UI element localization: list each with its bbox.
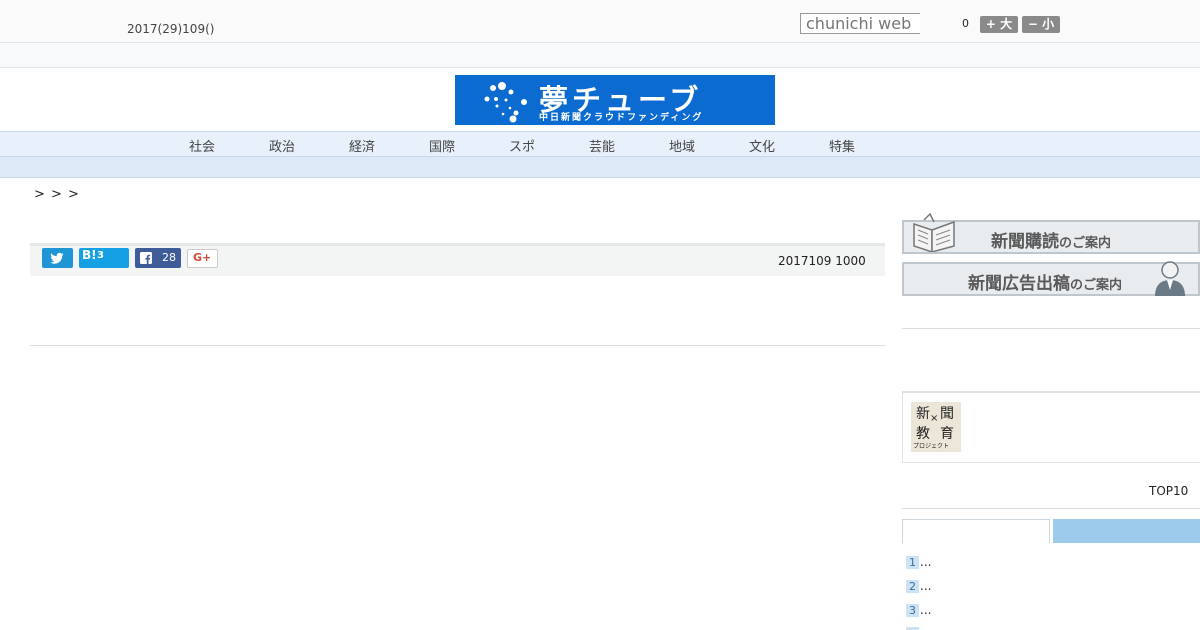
top-bar: 2017(29)109() [0,0,1200,43]
rank-number: 3 [906,604,919,617]
rank-text: ... [920,603,932,617]
subscribe-sub-text: のご案内 [1059,236,1112,251]
subscribe-main-text: 新聞購読 [991,232,1059,252]
google-plus-icon: G+ [193,251,212,264]
header-date: 2017(29)109() [127,22,215,36]
nav-item-4[interactable]: 国際 [422,136,462,155]
newspaper-education-logo[interactable]: 新 聞 × 教 育 プロジェクト [911,402,961,452]
businessman-icon [1155,261,1185,296]
banner-subtitle: 中日新聞クラウドファンディング [539,113,704,123]
rank-number: 1 [906,556,919,569]
rank-text: ... [920,555,932,569]
facebook-icon [140,252,152,264]
sub-header-bar [0,43,1200,68]
newspaper-icon [913,212,955,252]
nav-item-9[interactable]: 特集 [822,136,862,155]
ranking-title: TOP10 [1149,484,1189,498]
nav-item-2[interactable]: 政治 [262,136,302,155]
edu-cross: × [930,413,939,424]
edu-char-2: 聞 [940,406,954,422]
counter: 0 [962,17,969,30]
main-nav: 社会 政治 経済 国際 スポ 芸能 地域 文化 特集 [0,131,1200,157]
font-size-small-button[interactable]: − 小 [1022,16,1060,33]
rank-number: 2 [906,580,919,593]
subscription-info-banner[interactable]: 新聞購読のご案内 [902,212,1200,254]
nav-item-3[interactable]: 経済 [342,136,382,155]
nav-item-1[interactable]: 社会 [182,136,222,155]
facebook-count: 28 [162,251,176,264]
facebook-share-button[interactable]: 28 [135,248,181,268]
nav-item-6[interactable]: 芸能 [582,136,622,155]
ranking-item[interactable]: 1... [906,555,931,569]
breadcrumb[interactable]: > > > [34,187,80,202]
article-divider [30,345,885,346]
nav-item-8[interactable]: 文化 [742,136,782,155]
sub-nav-bar [0,157,1200,178]
sidebar-divider [902,328,1200,329]
ranking-item[interactable]: 2... [906,579,931,593]
ranking-divider [902,508,1200,509]
nav-item-7[interactable]: 地域 [662,136,702,155]
edu-char-3: 教 [916,426,930,442]
article-date: 2017109 1000 [778,254,866,268]
ranking-tab-inactive[interactable] [1053,519,1200,543]
ranking-tab-active[interactable] [902,519,1050,543]
hatena-count: 3 [97,250,104,261]
ad-main-text: 新聞広告出稿 [968,274,1070,294]
google-plus-share-button[interactable]: G+ [187,249,218,268]
nav-item-5[interactable]: スポ [502,136,542,155]
twitter-icon [50,252,64,264]
ranking-item[interactable]: 3... [906,603,931,617]
edu-char-1: 新 [916,406,930,422]
rank-text: ... [920,579,932,593]
edu-char-4: 育 [940,426,954,442]
yume-tube-banner[interactable]: 夢チューブ 中日新聞クラウドファンディング [455,75,775,125]
hatena-bookmark-button[interactable]: B! 3 [79,248,129,268]
hatena-icon: B! [82,248,97,262]
edu-sub: プロジェクト [913,443,950,450]
twitter-share-button[interactable] [42,248,73,268]
advertising-info-banner[interactable]: 新聞広告出稿のご案内 [902,261,1200,296]
search-input[interactable] [800,13,920,34]
font-size-large-button[interactable]: + 大 [980,16,1018,33]
ad-sub-text: のご案内 [1070,278,1123,293]
